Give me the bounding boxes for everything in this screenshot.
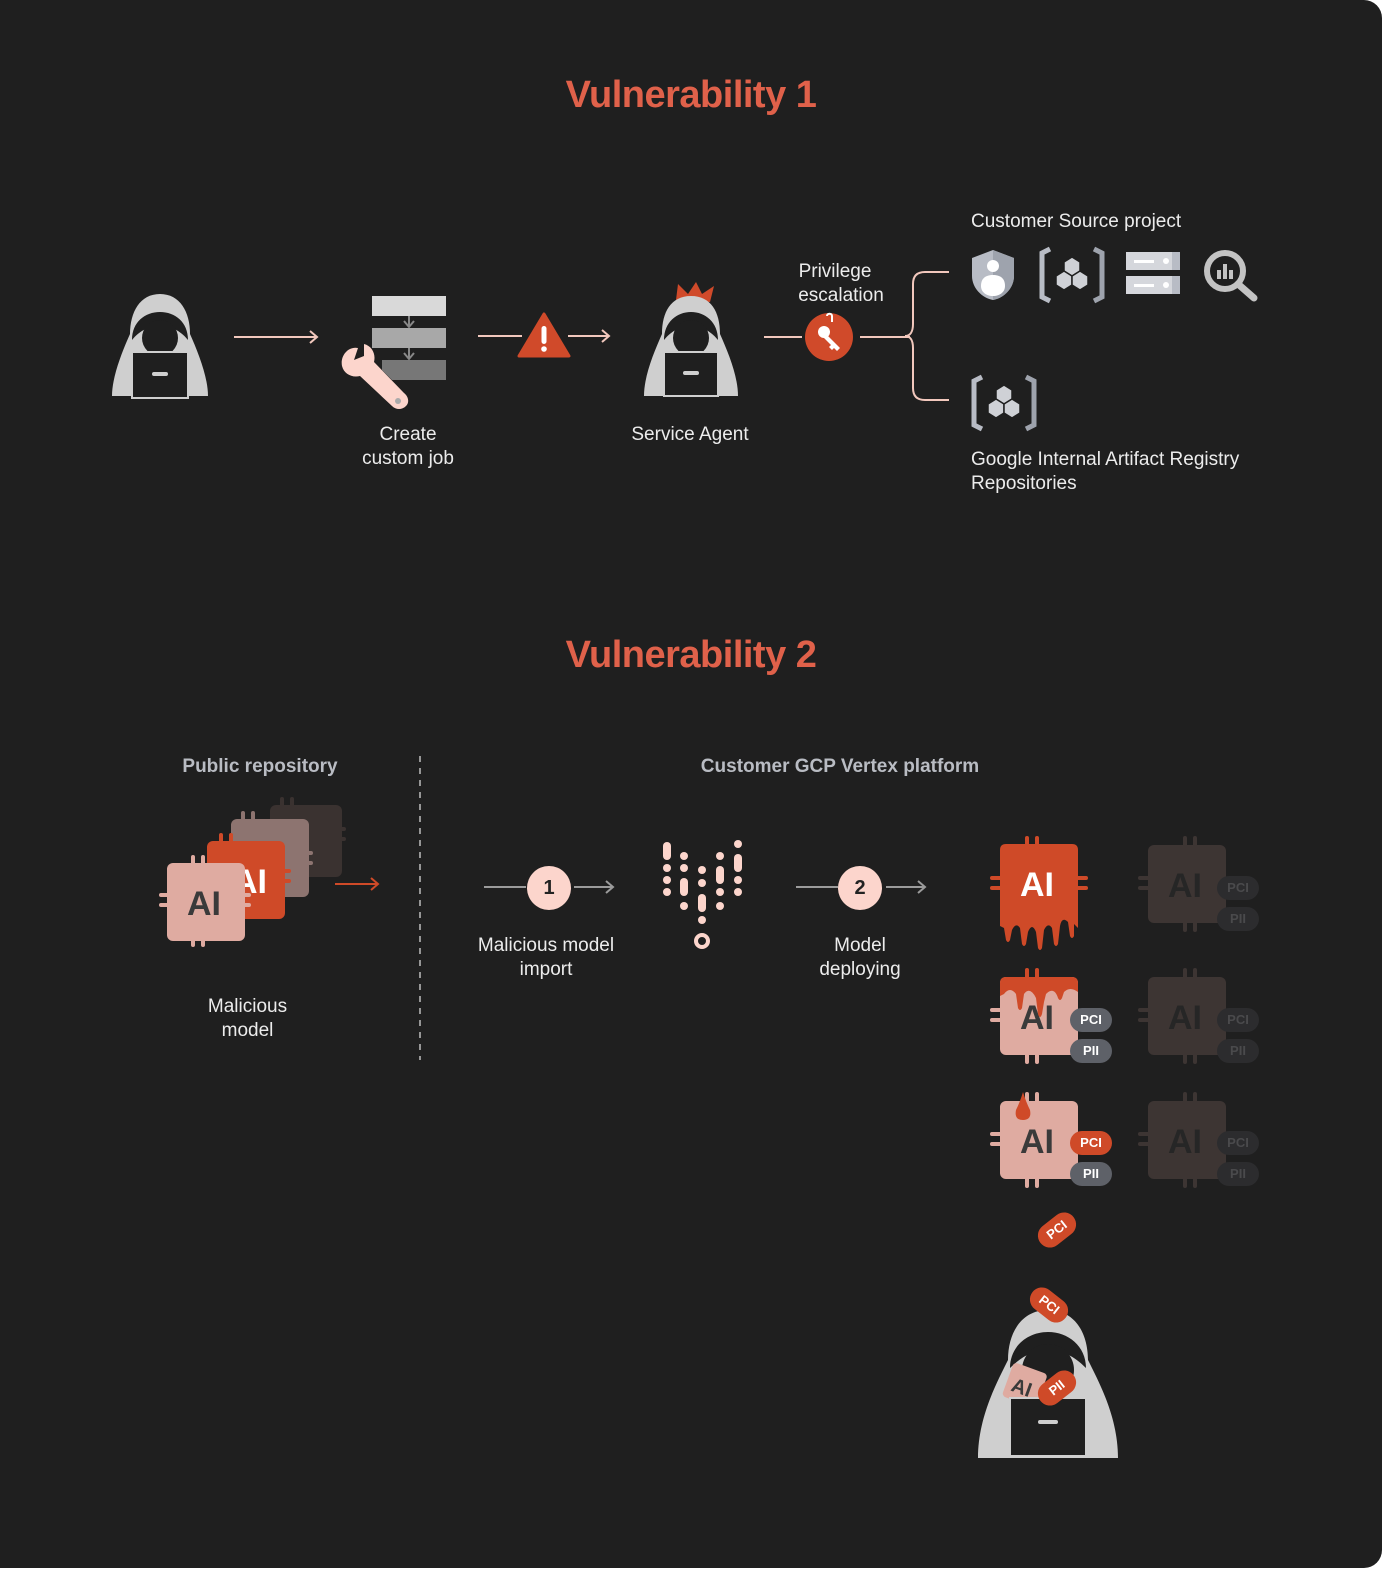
- ai-chip-icon: AI: [159, 855, 251, 947]
- pci-tag: PCI: [1070, 1131, 1112, 1155]
- pci-tag: PCI: [1217, 1131, 1259, 1155]
- artifact-registry-icon: [971, 374, 1037, 432]
- label-line: escalation: [798, 285, 884, 306]
- malicious-model-stack: AI AI: [159, 797, 380, 947]
- label-line: deploying: [819, 959, 901, 980]
- svg-text:AI: AI: [187, 885, 221, 923]
- step-1-badge: 1: [527, 866, 571, 910]
- pii-tag: PII: [1217, 1039, 1259, 1063]
- label-line: Malicious: [207, 996, 288, 1017]
- storage-server-icon: [1126, 252, 1180, 294]
- warning-icon: [517, 312, 571, 358]
- label-line: Malicious model: [477, 935, 615, 956]
- custom-job-icon: [341, 296, 446, 409]
- pii-tag: PII: [1070, 1039, 1112, 1063]
- artifact-registry-icon: [1039, 246, 1105, 304]
- customer-source-project-label: Customer Source project: [971, 211, 1182, 232]
- chip-label: AI: [1020, 866, 1054, 904]
- vertex-ai-logo-icon: [663, 840, 742, 949]
- svg-text:AI: AI: [1168, 867, 1202, 905]
- vulnerability-1-title: Vulnerability 1: [565, 74, 817, 116]
- model-deploying-label: Model deploying: [790, 934, 930, 982]
- malicious-model-label: Malicious model: [180, 995, 315, 1043]
- malicious-model-import-label: Malicious model import: [466, 934, 626, 982]
- hacker-icon: [112, 294, 208, 399]
- pii-tag: PII: [1217, 907, 1259, 931]
- vulnerability-2-title: Vulnerability 2: [565, 634, 817, 676]
- iam-shield-icon: [972, 250, 1014, 300]
- label-line: Repositories: [971, 473, 1077, 494]
- pci-tag: PCI: [1070, 1008, 1112, 1032]
- pii-tag: PII: [1070, 1162, 1112, 1186]
- label-line: custom job: [362, 448, 454, 469]
- service-agent-label: Service Agent: [631, 424, 749, 445]
- key-icon: [805, 312, 853, 361]
- brace-connector: [904, 271, 949, 401]
- label-line: model: [221, 1020, 274, 1041]
- label-line: Create: [379, 424, 437, 445]
- infected-model-chip: AI: [990, 836, 1088, 950]
- create-custom-job-label: Create custom job: [330, 423, 486, 471]
- arrow-connector: [234, 330, 319, 344]
- svg-text:AI: AI: [1168, 1123, 1202, 1161]
- vertex-platform-heading: Customer GCP Vertex platform: [700, 756, 980, 777]
- bigquery-icon: [1204, 250, 1258, 302]
- label-line: Google Internal Artifact Registry: [971, 449, 1240, 470]
- diagram-canvas: [0, 0, 1382, 1568]
- section-divider: [419, 756, 421, 1060]
- label-line: Privilege: [798, 261, 872, 282]
- pci-tag: PCI: [1217, 1008, 1259, 1032]
- privilege-escalation-label: Privilege escalation: [770, 260, 900, 308]
- label-line: Model: [834, 935, 886, 956]
- svg-text:AI: AI: [1020, 1123, 1054, 1161]
- pci-tag: PCI: [1217, 876, 1259, 900]
- step-2-badge: 2: [838, 866, 882, 910]
- public-repository-heading: Public repository: [182, 756, 338, 777]
- label-line: import: [519, 959, 573, 980]
- svg-text:AI: AI: [1168, 999, 1202, 1037]
- service-agent-icon: [644, 282, 738, 397]
- google-internal-registry-label: Google Internal Artifact Registry Reposi…: [971, 448, 1291, 496]
- pii-tag: PII: [1217, 1162, 1259, 1186]
